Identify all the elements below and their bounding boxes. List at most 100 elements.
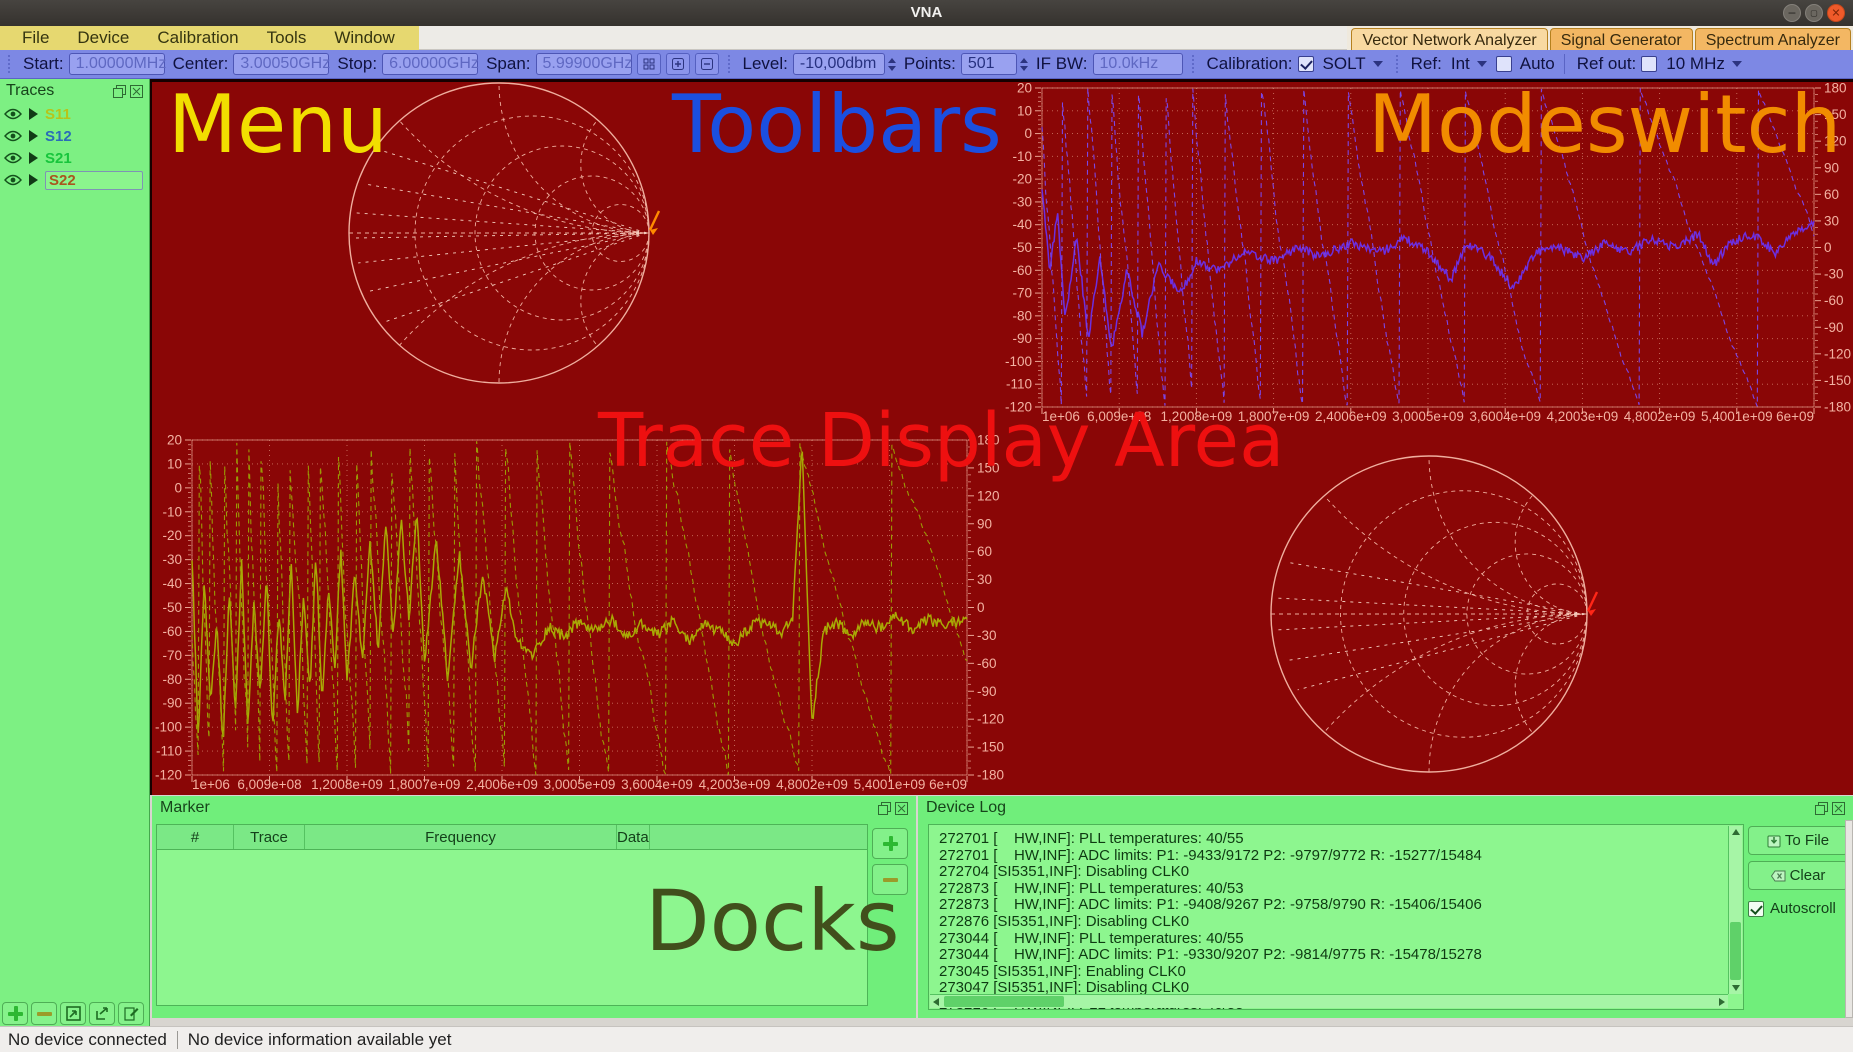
maximize-button[interactable]: ▢ bbox=[1805, 4, 1823, 22]
marker-table[interactable]: # Trace Frequency Data bbox=[156, 824, 868, 1006]
toolbar-drag-handle[interactable] bbox=[1190, 54, 1196, 74]
svg-text:1,8007e+09: 1,8007e+09 bbox=[1238, 409, 1310, 424]
svg-text:4,2003e+09: 4,2003e+09 bbox=[699, 777, 771, 792]
remove-marker-button[interactable] bbox=[872, 864, 908, 895]
svg-text:-30: -30 bbox=[162, 552, 182, 567]
scrollbar-thumb[interactable] bbox=[1730, 922, 1741, 980]
device-log-view[interactable]: 272701 [ HW,INF]: PLL temperatures: 40/5… bbox=[928, 824, 1744, 1010]
svg-text:-100: -100 bbox=[155, 720, 182, 735]
svg-text:-70: -70 bbox=[1012, 286, 1032, 301]
level-field[interactable]: -10,00dbm bbox=[792, 53, 885, 75]
svg-text:30: 30 bbox=[977, 572, 992, 587]
span-field[interactable]: 5.99900GHz bbox=[535, 53, 632, 75]
scroll-up-icon[interactable] bbox=[1732, 829, 1740, 835]
toolbar-drag-handle[interactable] bbox=[726, 54, 732, 74]
svg-text:20: 20 bbox=[167, 433, 182, 448]
close-dock-icon[interactable] bbox=[1832, 801, 1845, 815]
visibility-eye-icon[interactable] bbox=[4, 130, 22, 142]
level-spinner[interactable] bbox=[887, 57, 896, 71]
edit-pencil-icon bbox=[123, 1007, 138, 1021]
add-marker-button[interactable] bbox=[872, 828, 908, 859]
visibility-eye-icon[interactable] bbox=[4, 108, 22, 120]
trace-row[interactable]: S12 bbox=[0, 125, 149, 147]
svg-text:-50: -50 bbox=[162, 600, 182, 615]
add-trace-button[interactable] bbox=[2, 1002, 28, 1025]
ifbw-field[interactable]: 10.0kHz bbox=[1092, 53, 1183, 75]
calibration-checkbox[interactable] bbox=[1297, 56, 1314, 72]
zoom-out-button[interactable] bbox=[694, 53, 719, 75]
log-line: 272701 [ HW,INF]: PLL temperatures: 40/5… bbox=[939, 830, 1244, 847]
mode-tab[interactable]: Vector Network Analyzer bbox=[1351, 28, 1548, 50]
log-line: 272701 [ HW,INF]: ADC limits: P1: -9433/… bbox=[939, 846, 1482, 864]
log-line: 273045 [SI5351,INF]: Enabling CLK0 bbox=[939, 962, 1186, 980]
log-vertical-scrollbar[interactable] bbox=[1728, 826, 1742, 994]
dock-resize-strip[interactable] bbox=[1845, 820, 1853, 1018]
svg-text:-40: -40 bbox=[1012, 217, 1032, 232]
device-log-lines: 272701 [ HW,INF]: PLL temperatures: 40/5… bbox=[939, 830, 1723, 1009]
expand-arrow-icon[interactable] bbox=[29, 152, 38, 164]
svg-text:2,4006e+09: 2,4006e+09 bbox=[466, 777, 538, 792]
remove-trace-button[interactable] bbox=[31, 1002, 57, 1025]
expand-arrow-icon[interactable] bbox=[29, 174, 38, 186]
trace-row[interactable]: S21 bbox=[0, 147, 149, 169]
expand-arrow-icon[interactable] bbox=[29, 130, 38, 142]
ref-label: Ref: bbox=[1410, 54, 1442, 73]
close-dock-icon[interactable] bbox=[130, 84, 143, 98]
marker-dock-title: Marker bbox=[160, 799, 210, 816]
ref-auto-checkbox[interactable] bbox=[1495, 56, 1512, 72]
log-to-file-button[interactable]: To File bbox=[1748, 826, 1848, 855]
expand-arrow-icon[interactable] bbox=[29, 108, 38, 120]
ref-source-dropdown[interactable]: Int bbox=[1447, 54, 1491, 74]
zoom-in-button[interactable] bbox=[665, 53, 690, 75]
refout-checkbox[interactable] bbox=[1641, 56, 1658, 72]
minimize-button[interactable]: − bbox=[1783, 4, 1801, 22]
calibration-type-dropdown[interactable]: SOLT bbox=[1319, 54, 1387, 74]
toolbar-drag-handle[interactable] bbox=[7, 54, 12, 74]
visibility-eye-icon[interactable] bbox=[4, 174, 22, 186]
scrollbar-thumb[interactable] bbox=[944, 996, 1064, 1007]
svg-text:-60: -60 bbox=[1012, 263, 1032, 278]
center-field[interactable]: 3.00050GHz bbox=[233, 53, 330, 75]
float-dock-icon[interactable] bbox=[878, 801, 891, 815]
log-horizontal-scrollbar[interactable] bbox=[930, 994, 1728, 1008]
menu-item[interactable]: Tools bbox=[253, 26, 321, 50]
menu-item[interactable]: File bbox=[8, 26, 63, 50]
float-dock-icon[interactable] bbox=[1815, 801, 1828, 815]
fit-view-button[interactable] bbox=[636, 53, 661, 75]
menu-item[interactable]: Device bbox=[63, 26, 143, 50]
close-dock-icon[interactable] bbox=[895, 801, 908, 815]
scroll-right-icon[interactable] bbox=[1719, 998, 1725, 1006]
autoscroll-checkbox[interactable] bbox=[1748, 900, 1764, 917]
center-label: Center: bbox=[172, 54, 229, 73]
trace-display-area[interactable]: 20 10 0 -10 -20 -30 -40 -50 -60 -70 -80 -90 -100 -110… bbox=[150, 79, 1853, 795]
log-clear-button[interactable]: Clear bbox=[1748, 861, 1848, 890]
scroll-down-icon[interactable] bbox=[1732, 985, 1740, 991]
trace-row[interactable]: S11 bbox=[0, 103, 149, 125]
trace-row[interactable]: S22 bbox=[0, 169, 149, 191]
start-field[interactable]: 1.00000MHz bbox=[68, 53, 166, 75]
visibility-eye-icon[interactable] bbox=[4, 152, 22, 164]
popout-trace-button[interactable] bbox=[60, 1002, 86, 1025]
points-field[interactable]: 501 bbox=[960, 53, 1017, 75]
trace-plots: 20100-10-20-30-40-50-60-70-80-90-100-110… bbox=[155, 82, 1851, 792]
svg-text:1,8007e+09: 1,8007e+09 bbox=[389, 777, 461, 792]
mode-tab[interactable]: Spectrum Analyzer bbox=[1694, 28, 1851, 50]
edit-trace-button[interactable] bbox=[118, 1002, 144, 1025]
export-trace-button[interactable] bbox=[89, 1002, 115, 1025]
float-dock-icon[interactable] bbox=[113, 84, 126, 98]
grid-icon bbox=[643, 58, 655, 70]
traces-dock-titlebar: Traces bbox=[0, 79, 149, 103]
popout-icon bbox=[65, 1006, 81, 1021]
toolbar-drag-handle[interactable] bbox=[1394, 54, 1400, 74]
mode-tab[interactable]: Signal Generator bbox=[1549, 28, 1693, 50]
points-spinner[interactable] bbox=[1019, 57, 1028, 71]
autoscroll-control[interactable]: Autoscroll bbox=[1748, 900, 1848, 917]
scroll-left-icon[interactable] bbox=[933, 998, 939, 1006]
svg-text:5,4001e+09: 5,4001e+09 bbox=[1701, 409, 1773, 424]
menu-item[interactable]: Window bbox=[320, 26, 408, 50]
refout-freq-dropdown[interactable]: 10 MHz bbox=[1662, 54, 1746, 74]
svg-text:6e+09: 6e+09 bbox=[929, 777, 967, 792]
stop-field[interactable]: 6.00000GHz bbox=[382, 53, 479, 75]
close-button[interactable]: ✕ bbox=[1827, 4, 1845, 22]
menu-item[interactable]: Calibration bbox=[143, 26, 252, 50]
